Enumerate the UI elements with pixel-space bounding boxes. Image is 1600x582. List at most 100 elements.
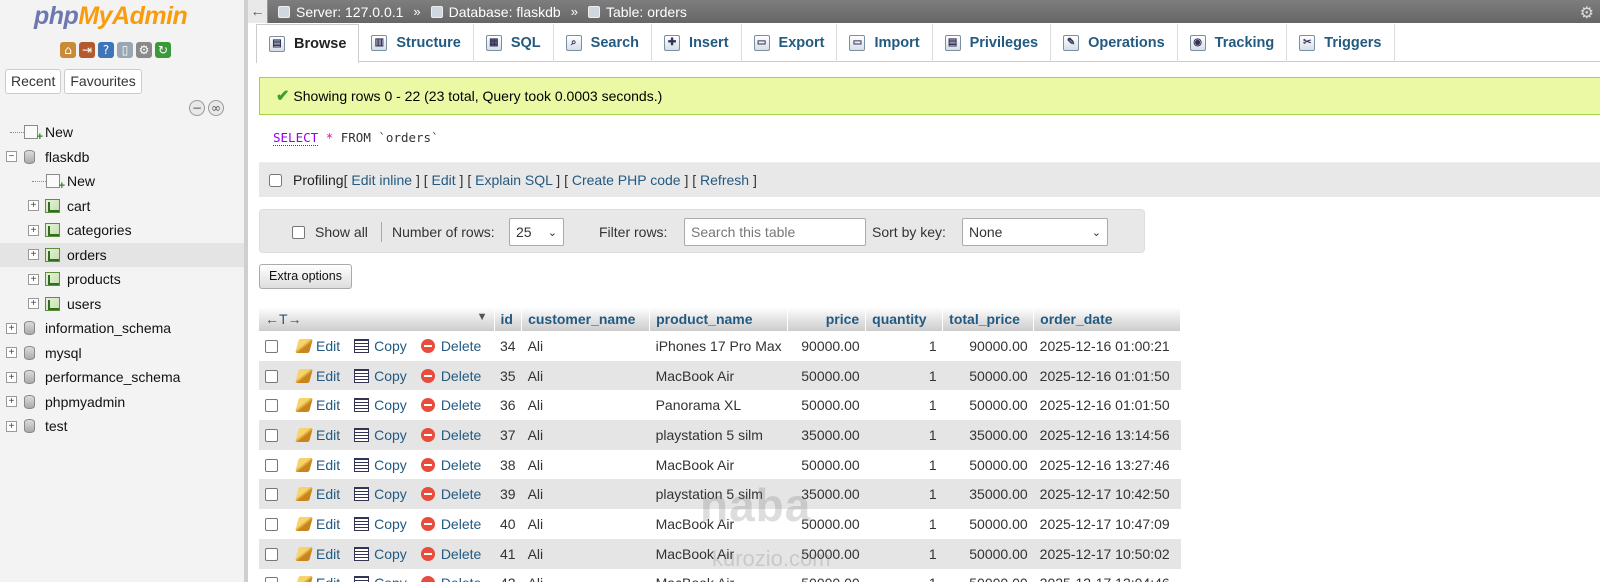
cell-price[interactable]: 35000.00 [787,479,866,510]
edit-row-link[interactable]: Edit [295,457,340,473]
filter-rows-input[interactable]: Search this table [684,218,866,246]
database-icon[interactable] [24,419,35,433]
cell-quantity[interactable]: 1 [865,449,943,480]
expand-icon[interactable]: + [6,322,17,334]
edit-row-link[interactable]: Edit [295,516,340,532]
cell-quantity[interactable]: 1 [865,360,943,391]
copy-row-link[interactable]: Copy [354,427,407,443]
column-options-chevron-icon[interactable]: ▼ [477,311,488,323]
home-icon[interactable]: ⌂ [60,42,76,58]
cell-id[interactable]: 42 [494,568,522,582]
table-row[interactable]: Edit Copy Delete 37 Ali playstation 5 silm 350… [259,420,1181,450]
row-checkbox[interactable] [265,369,278,383]
table-row[interactable]: Edit Copy Delete 39 Ali playstation 5 silm 350… [259,479,1181,510]
table-row[interactable]: Edit Copy Delete 35 Ali MacBook Air 50000.00 1 5… [259,360,1181,391]
column-header-product-name[interactable]: product_name [649,307,789,331]
link-edit-inline[interactable]: Edit inline [351,172,412,188]
tree-item-flaskdb[interactable]: − flaskdb [0,145,244,169]
settings-icon[interactable]: ⚙ [136,42,152,58]
cell-quantity[interactable]: 1 [865,331,943,361]
cell-total-price[interactable]: 50000.00 [942,509,1034,539]
row-checkbox[interactable] [265,517,278,531]
table-icon[interactable] [45,247,60,262]
tab-recent[interactable]: Recent [5,69,62,94]
expand-icon[interactable]: + [6,420,17,432]
cell-total-price[interactable]: 50000.00 [942,360,1034,391]
tree-item-mysql[interactable]: + mysql [0,341,244,365]
tree-item-information-schema[interactable]: + information_schema [0,316,244,340]
tab-operations[interactable]: ✎ Operations [1051,24,1178,62]
expand-icon[interactable]: + [28,224,39,236]
cell-id[interactable]: 38 [494,449,522,480]
link-edit[interactable]: Edit [432,172,456,188]
cell-total-price[interactable]: 35000.00 [942,420,1034,450]
database-icon[interactable] [24,149,35,164]
column-header-order-date[interactable]: order_date [1033,307,1182,331]
tree-item-performance-schema[interactable]: + performance_schema [0,365,244,389]
cell-quantity[interactable]: 1 [865,509,943,539]
table-row[interactable]: Edit Copy Delete 40 Ali MacBook Air 50000.00 1 5… [259,509,1181,539]
delete-row-link[interactable]: Delete [420,338,481,354]
table-row[interactable]: Edit Copy Delete 34 Ali iPhones 17 Pro Max 900… [259,331,1181,361]
rows-per-page-select[interactable]: 25 ⌄ [509,218,564,246]
tree-item-phpmyadmin[interactable]: + phpmyadmin [0,390,244,414]
cell-product-name[interactable]: MacBook Air [649,568,788,582]
edit-row-link[interactable]: Edit [295,368,340,384]
breadcrumb-database[interactable]: Database: flaskdb [430,4,561,20]
delete-row-link[interactable]: Delete [420,427,481,443]
cell-id[interactable]: 40 [494,509,522,539]
copy-row-link[interactable]: Copy [354,575,407,582]
table-row[interactable]: Edit Copy Delete 36 Ali Panorama XL 50000.00 1 5… [259,390,1181,421]
cell-price[interactable]: 50000.00 [787,390,866,421]
cell-customer-name[interactable]: Ali [521,390,650,421]
cell-customer-name[interactable]: Ali [521,360,650,391]
cell-customer-name[interactable]: Ali [521,509,650,539]
tree-item-cart[interactable]: + cart [0,194,244,218]
tree-item-orders[interactable]: + orders [0,242,244,267]
cell-price[interactable]: 50000.00 [787,538,866,569]
cell-total-price[interactable]: 35000.00 [942,479,1034,510]
cell-id[interactable]: 34 [494,331,522,361]
tab-import[interactable]: ▭ Import [837,24,933,62]
delete-row-link[interactable]: Delete [420,397,481,413]
tab-export[interactable]: ▭ Export [742,24,838,62]
edit-row-link[interactable]: Edit [295,397,340,413]
cell-customer-name[interactable]: Ali [521,538,650,569]
breadcrumb-table[interactable]: Table: orders [587,4,687,20]
table-icon[interactable] [45,198,60,213]
table-row[interactable]: EditCopyDelete42AliMacBook Air50000.0015… [259,568,1181,582]
link-explain-sql[interactable]: Explain SQL [475,172,552,188]
cell-quantity[interactable]: 1 [865,420,943,450]
delete-row-link[interactable]: Delete [420,368,481,384]
cell-product-name[interactable]: iPhones 17 Pro Max [649,331,788,361]
cell-customer-name[interactable]: Ali [521,331,650,361]
cell-price[interactable]: 50000.00 [787,360,866,391]
expand-icon[interactable]: + [28,200,39,211]
cell-total-price[interactable]: 50000.00 [942,449,1034,480]
edit-row-link[interactable]: Edit [295,575,340,582]
cell-quantity[interactable]: 1 [865,390,943,421]
cell-price[interactable]: 50000.00 [787,509,866,539]
expand-icon[interactable]: + [6,396,17,407]
sort-by-key-select[interactable]: None ⌄ [962,218,1108,246]
tab-favourites[interactable]: Favourites [64,69,142,94]
expand-icon[interactable]: + [28,273,39,285]
cell-customer-name[interactable]: Ali [521,449,650,480]
link-with-main-icon[interactable]: ∞ [208,100,224,116]
cell-order-date[interactable]: 2025-12-16 01:00:21 [1033,331,1181,361]
row-checkbox[interactable] [265,488,278,502]
cell-total-price[interactable]: 50000.00 [942,538,1034,569]
table-icon[interactable] [45,223,60,237]
table-icon[interactable] [45,296,60,311]
delete-row-link[interactable]: Delete [420,546,481,562]
row-checkbox[interactable] [265,547,278,561]
row-checkbox[interactable] [265,577,278,582]
column-header-quantity[interactable]: quantity [865,307,944,331]
cell-order-date[interactable]: 2025-12-16 13:27:46 [1033,449,1181,480]
column-header-total-price[interactable]: total_price [942,307,1035,331]
cell-order-date[interactable]: 2025-12-16 01:01:50 [1033,360,1181,391]
delete-row-link[interactable]: Delete [420,575,481,582]
expand-icon[interactable]: + [28,249,39,260]
edit-row-link[interactable]: Edit [295,427,340,443]
copy-row-link[interactable]: Copy [354,368,407,384]
